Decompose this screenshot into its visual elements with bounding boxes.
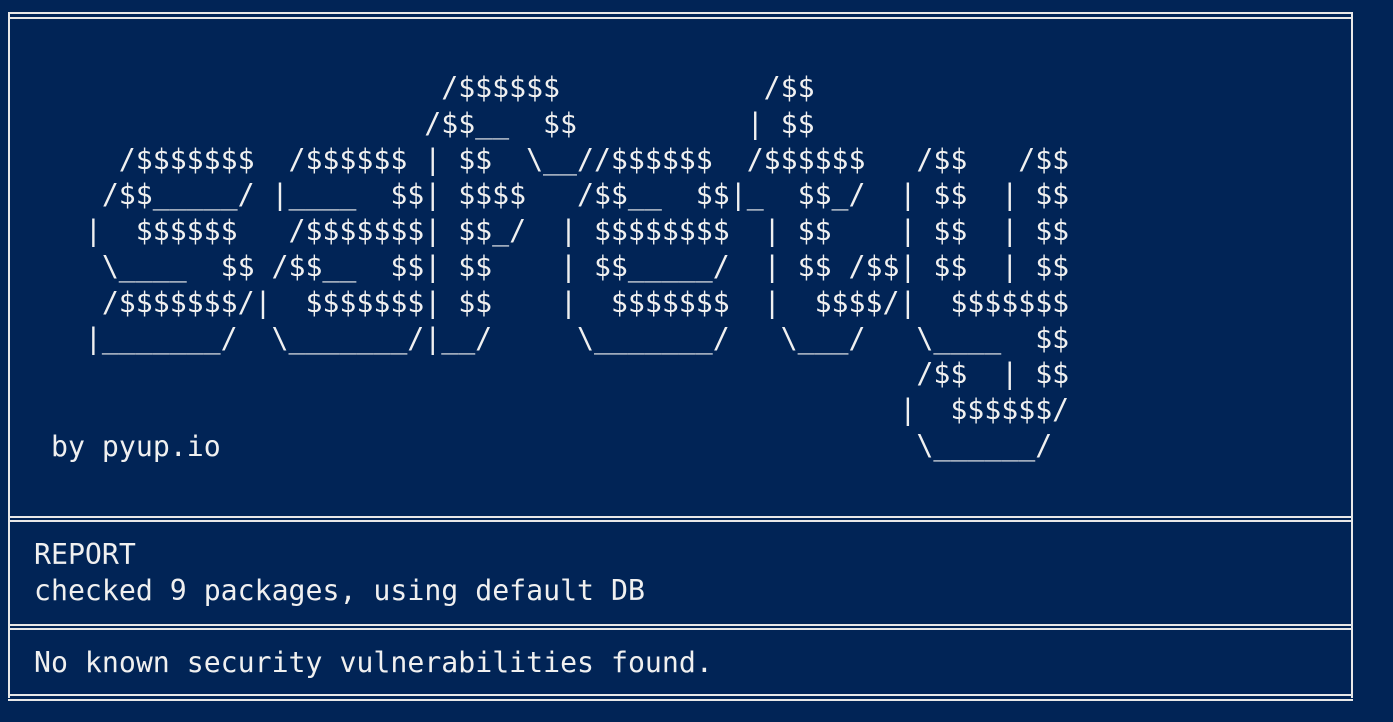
byline-text: by pyup.io xyxy=(51,430,221,463)
safety-ascii-logo: /$$$$$$ /$$ /$$__ $$ | $$ /$$$$$$$ /$$$$… xyxy=(84,71,1070,462)
border-top-outer xyxy=(8,12,1353,14)
separator-banner-report-a xyxy=(8,516,1353,518)
separator-report-result-b xyxy=(8,628,1353,630)
scan-result-message: No known security vulnerabilities found. xyxy=(34,646,713,679)
terminal-window: /$$$$$$ /$$ /$$__ $$ | $$ /$$$$$$$ /$$$$… xyxy=(0,0,1393,722)
border-bottom-inner xyxy=(8,694,1353,696)
report-heading: REPORT xyxy=(34,538,136,571)
separator-banner-report-b xyxy=(8,520,1353,522)
border-top-inner xyxy=(8,17,1353,19)
separator-report-result-a xyxy=(8,624,1353,626)
report-summary: checked 9 packages, using default DB xyxy=(34,574,645,607)
border-bottom-outer xyxy=(8,699,1353,701)
border-right xyxy=(1351,12,1353,698)
